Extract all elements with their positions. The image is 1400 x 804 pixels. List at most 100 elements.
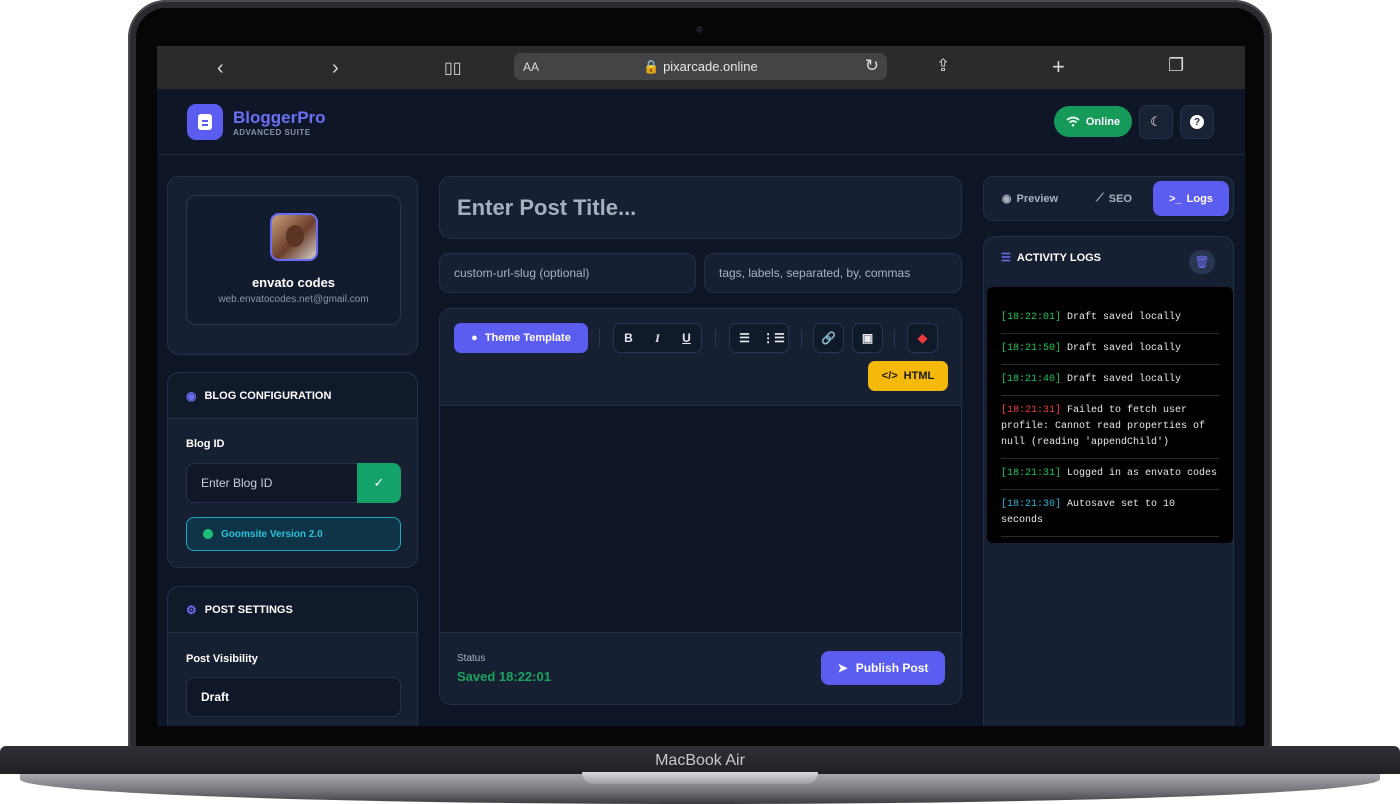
profile-email: web.envatocodes.net@gmail.com — [218, 294, 369, 305]
trackpad-notch — [582, 772, 818, 784]
tags-input[interactable]: tags, labels, separated, by, commas — [704, 253, 962, 293]
post-settings-header: ⚙ POST SETTINGS — [168, 587, 417, 633]
image-icon[interactable]: ▣ — [853, 324, 882, 352]
share-icon[interactable]: ⇪ — [936, 56, 950, 76]
help-icon: ? — [1190, 115, 1204, 129]
activity-logs-title: ACTIVITY LOGS — [1016, 251, 1102, 264]
profile-box: envato codes web.envatocodes.net@gmail.c… — [186, 195, 401, 325]
avatar — [270, 213, 318, 261]
tab-logs-label: Logs — [1186, 192, 1213, 205]
eraser-icon[interactable]: ◆ — [908, 324, 937, 352]
log-console: [18:22:01] Draft saved locally [18:21:50]… — [987, 287, 1233, 543]
url-text: 🔒 pixarcade.online — [643, 59, 758, 74]
toolbar-divider — [801, 329, 802, 347]
panel-tabs: ◉ Preview ⟋ SEO >_ Logs — [983, 176, 1234, 221]
blog-config-title: BLOG CONFIGURATION — [204, 389, 332, 402]
log-timestamp: [18:21:30] — [1001, 499, 1062, 510]
check-icon: ✓ — [373, 475, 385, 490]
post-visibility-select[interactable]: Draft — [186, 677, 401, 717]
gear-icon: ⚙ — [186, 602, 197, 617]
blog-config-header: ◉ BLOG CONFIGURATION — [168, 373, 417, 419]
tab-seo-label: SEO — [1108, 192, 1132, 205]
palette-icon: ● — [471, 332, 478, 344]
eye-icon: ◉ — [1001, 193, 1012, 205]
clear-format-group: ◆ — [907, 323, 938, 353]
publish-post-button[interactable]: ➤ Publish Post — [821, 651, 945, 685]
image-group: ▣ — [852, 323, 883, 353]
terminal-icon: >_ — [1169, 192, 1182, 205]
list-group: ☰ ⋮☰ — [729, 323, 789, 353]
dark-mode-button[interactable]: ☾ — [1139, 105, 1173, 139]
log-timestamp: [18:21:50] — [1001, 343, 1062, 354]
version-text: Goomsite Version 2.0 — [221, 528, 323, 540]
post-visibility-label: Post Visibility — [186, 653, 258, 665]
trash-icon: 🗑 — [1194, 255, 1210, 269]
tabs-overview-icon[interactable]: ❐ — [1168, 55, 1184, 76]
activity-logs-card: ☰ ACTIVITY LOGS 🗑 [18:22:01] Draft saved… — [983, 236, 1234, 726]
publish-label: Publish Post — [855, 661, 929, 675]
activity-logs-header: ☰ ACTIVITY LOGS — [1001, 251, 1102, 265]
log-message: Draft saved locally — [1067, 312, 1182, 323]
numbered-list-icon[interactable]: ⋮☰ — [759, 324, 788, 352]
blog-config-card: ◉ BLOG CONFIGURATION Blog ID Enter Blog … — [167, 372, 418, 568]
device-label: MacBook Air — [655, 752, 745, 769]
toolbar-divider — [599, 329, 600, 347]
logo-icon — [187, 104, 223, 140]
theme-template-button[interactable]: ● Theme Template — [454, 323, 588, 353]
online-status-badge[interactable]: Online — [1054, 106, 1132, 137]
bullet-list-icon[interactable]: ☰ — [730, 324, 759, 352]
wifi-icon — [1066, 116, 1080, 127]
profile-card: envato codes web.envatocodes.net@gmail.c… — [167, 176, 418, 355]
post-title-input[interactable]: Enter Post Title... — [439, 176, 962, 239]
italic-button[interactable]: I — [643, 324, 672, 352]
screen: ‹ › ▯▯ AA 🔒 pixarcade.online ↻ ⇪ + ❐ Blo… — [157, 46, 1245, 726]
reload-icon[interactable]: ↻ — [865, 56, 879, 76]
new-tab-icon[interactable]: + — [1052, 54, 1065, 80]
log-entry: [18:21:50] Draft saved locally — [1001, 334, 1219, 365]
status-label: Status — [457, 653, 486, 664]
tab-seo[interactable]: ⟋ SEO — [1082, 181, 1146, 216]
bookmarks-icon[interactable]: ▯▯ — [444, 58, 462, 78]
editor-toolbar: ● Theme Template B I U ☰ ⋮☰ 🔗 ▣ ◆ </> HT… — [440, 309, 961, 406]
post-settings-card: ⚙ POST SETTINGS Post Visibility Draft — [167, 586, 418, 726]
log-entry: [18:21:31] Logged in as envato codes — [1001, 459, 1219, 490]
brand-name: BloggerPro — [233, 108, 326, 127]
browser-toolbar: ‹ › ▯▯ AA 🔒 pixarcade.online ↻ ⇪ + ❐ — [157, 46, 1245, 89]
log-message: Draft saved locally — [1067, 374, 1182, 385]
html-toggle-button[interactable]: </> HTML — [868, 361, 948, 391]
moon-icon: ☾ — [1150, 114, 1162, 129]
help-button[interactable]: ? — [1180, 105, 1214, 139]
rss-icon: ◉ — [186, 388, 197, 403]
app-header: BloggerPro ADVANCED SUITE Online ☾ ? — [157, 89, 1245, 155]
log-message: Logged in as envato codes — [1067, 468, 1218, 479]
log-timestamp: [18:21:31] — [1001, 405, 1062, 416]
post-settings-title: POST SETTINGS — [204, 603, 293, 616]
confirm-blog-id-button[interactable]: ✓ — [357, 463, 401, 503]
clear-logs-button[interactable]: 🗑 — [1189, 250, 1215, 274]
log-timestamp: [18:22:01] — [1001, 312, 1062, 323]
bold-button[interactable]: B — [614, 324, 643, 352]
log-message: Draft saved locally — [1067, 343, 1182, 354]
version-badge: Goomsite Version 2.0 — [186, 517, 401, 551]
tab-preview[interactable]: ◉ Preview — [992, 181, 1068, 216]
editor-content-area[interactable] — [440, 406, 961, 634]
log-entry: [18:21:40] Draft saved locally — [1001, 365, 1219, 396]
blog-id-input[interactable]: Enter Blog ID — [186, 463, 358, 503]
forward-icon[interactable]: › — [332, 57, 339, 80]
status-bar: Status Saved 18:22:01 ➤ Publish Post — [440, 632, 961, 704]
html-label: HTML — [903, 370, 935, 382]
log-entry: [18:22:01] Draft saved locally — [1001, 303, 1219, 334]
address-bar[interactable]: AA 🔒 pixarcade.online ↻ — [514, 53, 887, 80]
profile-name: envato codes — [251, 275, 336, 290]
tab-preview-label: Preview — [1016, 192, 1059, 205]
log-entry: [18:21:31] Failed to fetch user profile:… — [1001, 396, 1219, 459]
theme-template-label: Theme Template — [484, 332, 571, 344]
url: pixarcade.online — [663, 59, 758, 74]
back-icon[interactable]: ‹ — [217, 57, 224, 80]
tab-logs[interactable]: >_ Logs — [1153, 181, 1229, 216]
link-icon[interactable]: 🔗 — [814, 324, 843, 352]
base-top: MacBook Air — [0, 746, 1400, 774]
slug-input[interactable]: custom-url-slug (optional) — [439, 253, 696, 293]
log-entry: [18:21:30] Autosave set to 10 seconds — [1001, 490, 1219, 537]
underline-button[interactable]: U — [672, 324, 701, 352]
